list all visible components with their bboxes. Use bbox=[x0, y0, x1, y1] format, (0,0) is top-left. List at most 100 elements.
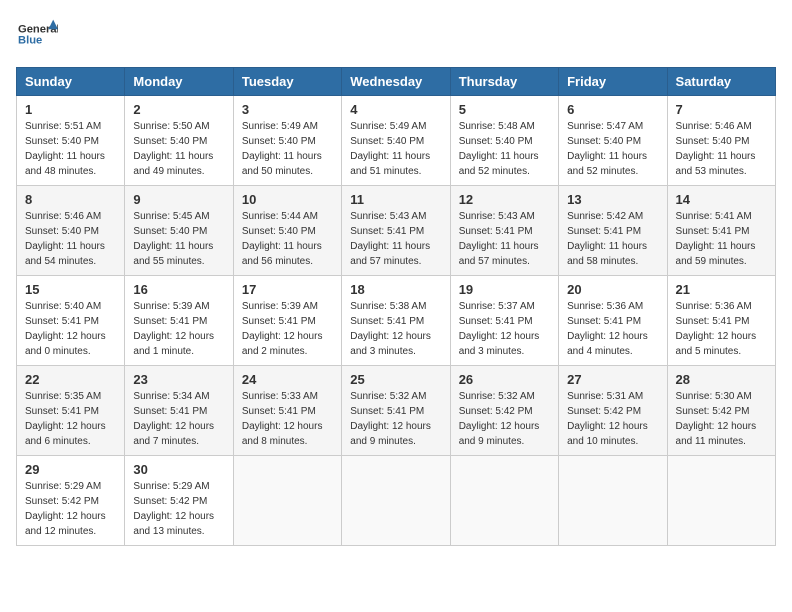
day-number: 21 bbox=[676, 282, 767, 297]
page-header: General Blue bbox=[16, 16, 776, 57]
day-number: 24 bbox=[242, 372, 333, 387]
calendar-week-4: 22 Sunrise: 5:35 AMSunset: 5:41 PMDayligh… bbox=[17, 366, 776, 456]
day-header-tuesday: Tuesday bbox=[233, 68, 341, 96]
day-number: 1 bbox=[25, 102, 116, 117]
calendar-cell: 9 Sunrise: 5:45 AMSunset: 5:40 PMDaylight… bbox=[125, 186, 233, 276]
day-number: 10 bbox=[242, 192, 333, 207]
day-info: Sunrise: 5:36 AMSunset: 5:41 PMDaylight:… bbox=[676, 299, 767, 359]
calendar-header-row: SundayMondayTuesdayWednesdayThursdayFrid… bbox=[17, 68, 776, 96]
day-number: 25 bbox=[350, 372, 441, 387]
calendar-week-5: 29 Sunrise: 5:29 AMSunset: 5:42 PMDayligh… bbox=[17, 456, 776, 546]
day-info: Sunrise: 5:36 AMSunset: 5:41 PMDaylight:… bbox=[567, 299, 658, 359]
day-number: 27 bbox=[567, 372, 658, 387]
day-info: Sunrise: 5:44 AMSunset: 5:40 PMDaylight:… bbox=[242, 209, 333, 269]
day-info: Sunrise: 5:43 AMSunset: 5:41 PMDaylight:… bbox=[350, 209, 441, 269]
day-info: Sunrise: 5:37 AMSunset: 5:41 PMDaylight:… bbox=[459, 299, 550, 359]
day-number: 15 bbox=[25, 282, 116, 297]
day-info: Sunrise: 5:46 AMSunset: 5:40 PMDaylight:… bbox=[676, 119, 767, 179]
day-info: Sunrise: 5:41 AMSunset: 5:41 PMDaylight:… bbox=[676, 209, 767, 269]
day-info: Sunrise: 5:32 AMSunset: 5:41 PMDaylight:… bbox=[350, 389, 441, 449]
calendar-cell bbox=[233, 456, 341, 546]
calendar-cell: 29 Sunrise: 5:29 AMSunset: 5:42 PMDayligh… bbox=[17, 456, 125, 546]
day-number: 30 bbox=[133, 462, 224, 477]
day-number: 18 bbox=[350, 282, 441, 297]
calendar-cell bbox=[342, 456, 450, 546]
day-info: Sunrise: 5:40 AMSunset: 5:41 PMDaylight:… bbox=[25, 299, 116, 359]
calendar-cell: 2 Sunrise: 5:50 AMSunset: 5:40 PMDaylight… bbox=[125, 96, 233, 186]
calendar-cell: 6 Sunrise: 5:47 AMSunset: 5:40 PMDaylight… bbox=[559, 96, 667, 186]
day-info: Sunrise: 5:34 AMSunset: 5:41 PMDaylight:… bbox=[133, 389, 224, 449]
calendar-cell: 23 Sunrise: 5:34 AMSunset: 5:41 PMDayligh… bbox=[125, 366, 233, 456]
day-header-monday: Monday bbox=[125, 68, 233, 96]
calendar-table: SundayMondayTuesdayWednesdayThursdayFrid… bbox=[16, 67, 776, 546]
day-number: 17 bbox=[242, 282, 333, 297]
day-number: 14 bbox=[676, 192, 767, 207]
calendar-cell: 24 Sunrise: 5:33 AMSunset: 5:41 PMDayligh… bbox=[233, 366, 341, 456]
day-number: 16 bbox=[133, 282, 224, 297]
calendar-cell: 11Sunrise: 5:43 AMSunset: 5:41 PMDayligh… bbox=[342, 186, 450, 276]
day-number: 9 bbox=[133, 192, 224, 207]
calendar-cell: 25 Sunrise: 5:32 AMSunset: 5:41 PMDayligh… bbox=[342, 366, 450, 456]
day-number: 7 bbox=[676, 102, 767, 117]
calendar-week-3: 15 Sunrise: 5:40 AMSunset: 5:41 PMDayligh… bbox=[17, 276, 776, 366]
day-info: Sunrise: 5:42 AMSunset: 5:41 PMDaylight:… bbox=[567, 209, 658, 269]
calendar-cell: 21 Sunrise: 5:36 AMSunset: 5:41 PMDayligh… bbox=[667, 276, 775, 366]
calendar-cell: 12 Sunrise: 5:43 AMSunset: 5:41 PMDayligh… bbox=[450, 186, 558, 276]
calendar-cell: 1 Sunrise: 5:51 AMSunset: 5:40 PMDaylight… bbox=[17, 96, 125, 186]
calendar-cell: 22 Sunrise: 5:35 AMSunset: 5:41 PMDayligh… bbox=[17, 366, 125, 456]
calendar-cell bbox=[559, 456, 667, 546]
day-number: 20 bbox=[567, 282, 658, 297]
calendar-cell: 4 Sunrise: 5:49 AMSunset: 5:40 PMDaylight… bbox=[342, 96, 450, 186]
day-header-sunday: Sunday bbox=[17, 68, 125, 96]
calendar-cell: 30 Sunrise: 5:29 AMSunset: 5:42 PMDayligh… bbox=[125, 456, 233, 546]
logo-icon: General Blue bbox=[18, 16, 58, 52]
calendar-cell: 14 Sunrise: 5:41 AMSunset: 5:41 PMDayligh… bbox=[667, 186, 775, 276]
calendar-cell: 5 Sunrise: 5:48 AMSunset: 5:40 PMDaylight… bbox=[450, 96, 558, 186]
calendar-cell: 19 Sunrise: 5:37 AMSunset: 5:41 PMDayligh… bbox=[450, 276, 558, 366]
calendar-week-1: 1 Sunrise: 5:51 AMSunset: 5:40 PMDaylight… bbox=[17, 96, 776, 186]
calendar-week-2: 8Sunrise: 5:46 AMSunset: 5:40 PMDaylight… bbox=[17, 186, 776, 276]
day-info: Sunrise: 5:31 AMSunset: 5:42 PMDaylight:… bbox=[567, 389, 658, 449]
day-info: Sunrise: 5:39 AMSunset: 5:41 PMDaylight:… bbox=[242, 299, 333, 359]
day-header-thursday: Thursday bbox=[450, 68, 558, 96]
logo: General Blue bbox=[16, 16, 58, 57]
day-info: Sunrise: 5:48 AMSunset: 5:40 PMDaylight:… bbox=[459, 119, 550, 179]
calendar-cell: 27 Sunrise: 5:31 AMSunset: 5:42 PMDayligh… bbox=[559, 366, 667, 456]
day-number: 2 bbox=[133, 102, 224, 117]
svg-text:Blue: Blue bbox=[18, 35, 42, 47]
day-info: Sunrise: 5:33 AMSunset: 5:41 PMDaylight:… bbox=[242, 389, 333, 449]
day-number: 6 bbox=[567, 102, 658, 117]
day-info: Sunrise: 5:29 AMSunset: 5:42 PMDaylight:… bbox=[133, 479, 224, 539]
day-info: Sunrise: 5:51 AMSunset: 5:40 PMDaylight:… bbox=[25, 119, 116, 179]
day-number: 12 bbox=[459, 192, 550, 207]
day-number: 22 bbox=[25, 372, 116, 387]
calendar-cell: 13Sunrise: 5:42 AMSunset: 5:41 PMDayligh… bbox=[559, 186, 667, 276]
day-header-saturday: Saturday bbox=[667, 68, 775, 96]
calendar-cell: 10 Sunrise: 5:44 AMSunset: 5:40 PMDayligh… bbox=[233, 186, 341, 276]
calendar-cell: 15 Sunrise: 5:40 AMSunset: 5:41 PMDayligh… bbox=[17, 276, 125, 366]
day-info: Sunrise: 5:39 AMSunset: 5:41 PMDaylight:… bbox=[133, 299, 224, 359]
day-info: Sunrise: 5:49 AMSunset: 5:40 PMDaylight:… bbox=[242, 119, 333, 179]
day-number: 23 bbox=[133, 372, 224, 387]
day-info: Sunrise: 5:45 AMSunset: 5:40 PMDaylight:… bbox=[133, 209, 224, 269]
day-info: Sunrise: 5:47 AMSunset: 5:40 PMDaylight:… bbox=[567, 119, 658, 179]
day-info: Sunrise: 5:50 AMSunset: 5:40 PMDaylight:… bbox=[133, 119, 224, 179]
day-number: 3 bbox=[242, 102, 333, 117]
day-number: 8 bbox=[25, 192, 116, 207]
day-info: Sunrise: 5:29 AMSunset: 5:42 PMDaylight:… bbox=[25, 479, 116, 539]
day-number: 29 bbox=[25, 462, 116, 477]
day-number: 5 bbox=[459, 102, 550, 117]
day-number: 26 bbox=[459, 372, 550, 387]
day-header-friday: Friday bbox=[559, 68, 667, 96]
day-number: 4 bbox=[350, 102, 441, 117]
calendar-cell bbox=[450, 456, 558, 546]
day-number: 19 bbox=[459, 282, 550, 297]
day-header-wednesday: Wednesday bbox=[342, 68, 450, 96]
day-info: Sunrise: 5:32 AMSunset: 5:42 PMDaylight:… bbox=[459, 389, 550, 449]
day-info: Sunrise: 5:30 AMSunset: 5:42 PMDaylight:… bbox=[676, 389, 767, 449]
day-info: Sunrise: 5:49 AMSunset: 5:40 PMDaylight:… bbox=[350, 119, 441, 179]
day-info: Sunrise: 5:43 AMSunset: 5:41 PMDaylight:… bbox=[459, 209, 550, 269]
calendar-cell: 18 Sunrise: 5:38 AMSunset: 5:41 PMDayligh… bbox=[342, 276, 450, 366]
day-info: Sunrise: 5:38 AMSunset: 5:41 PMDaylight:… bbox=[350, 299, 441, 359]
day-info: Sunrise: 5:35 AMSunset: 5:41 PMDaylight:… bbox=[25, 389, 116, 449]
